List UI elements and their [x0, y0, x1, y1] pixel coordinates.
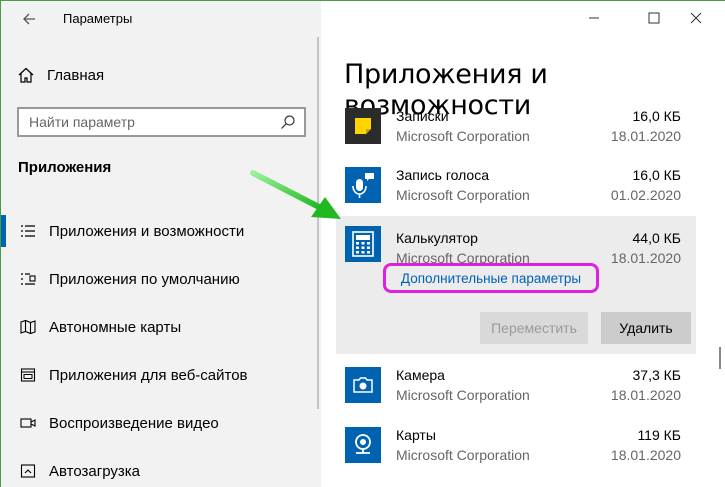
sidebar-item-label: Приложения по умолчанию — [49, 270, 240, 288]
app-size: 44,0 КБ — [632, 230, 681, 246]
app-date: 18.01.2020 — [610, 128, 681, 144]
move-button[interactable]: Переместить — [480, 312, 588, 344]
back-arrow-icon — [23, 13, 35, 25]
sidebar-item-label: Автозагрузка — [49, 462, 140, 480]
settings-window: Параметры Главная Найти параметр Приложе… — [0, 0, 725, 487]
search-icon[interactable] — [280, 114, 296, 130]
sidebar-item-offline-maps[interactable]: Автономные карты — [1, 303, 321, 351]
app-size: 119 КБ — [637, 427, 681, 443]
app-publisher: Microsoft Corporation — [396, 447, 530, 463]
search-placeholder: Найти параметр — [29, 114, 135, 130]
home-label: Главная — [47, 66, 105, 84]
sidebar-item-apps-features[interactable]: Приложения и возможности — [1, 207, 321, 255]
app-size: 16,0 КБ — [632, 108, 681, 124]
sidebar-item-label: Приложения и возможности — [49, 222, 245, 240]
close-icon — [690, 12, 702, 24]
app-name: Камера — [396, 367, 445, 383]
sidebar-item-default-apps[interactable]: Приложения по умолчанию — [1, 255, 321, 303]
app-name: Записки — [396, 108, 449, 124]
sidebar-item-label: Воспроизведение видео — [49, 414, 219, 432]
sidebar-item-startup[interactable]: Автозагрузка — [1, 447, 321, 487]
app-list-item[interactable]: Запись голоса Microsoft Corporation 16,0… — [336, 162, 696, 220]
sidebar-item-video-playback[interactable]: Воспроизведение видео — [1, 399, 321, 447]
main-scrollbar[interactable] — [719, 347, 721, 369]
sidebar-scrollbar[interactable] — [317, 37, 319, 409]
app-list-item[interactable]: Записки Microsoft Corporation 16,0 КБ 18… — [336, 103, 696, 161]
uninstall-button[interactable]: Удалить — [601, 312, 691, 344]
default-apps-icon — [19, 270, 37, 288]
app-date: 01.02.2020 — [610, 187, 681, 203]
window-title: Параметры — [63, 11, 133, 26]
home-nav-item[interactable]: Главная — [17, 63, 104, 87]
sticky-notes-icon — [345, 108, 381, 144]
back-button[interactable] — [17, 7, 41, 31]
camera-icon — [345, 367, 381, 403]
sidebar-item-apps-for-websites[interactable]: Приложения для веб-сайтов — [1, 351, 321, 399]
minimize-icon — [589, 17, 599, 19]
close-button[interactable] — [681, 7, 711, 31]
maximize-icon — [648, 12, 660, 24]
sidebar-item-label: Автономные карты — [49, 318, 182, 336]
section-heading: Приложения — [18, 159, 112, 176]
app-date: 18.01.2020 — [610, 250, 681, 266]
apps-for-websites-icon — [19, 366, 37, 384]
minimize-button[interactable] — [579, 7, 609, 31]
home-icon — [18, 67, 34, 83]
app-name: Карты — [396, 427, 436, 443]
sidebar: Параметры Главная Найти параметр Приложе… — [1, 1, 321, 487]
maps-icon — [345, 427, 381, 463]
app-publisher: Microsoft Corporation — [396, 187, 530, 203]
search-input[interactable]: Найти параметр — [17, 107, 306, 137]
startup-icon — [19, 462, 37, 480]
app-date: 18.01.2020 — [610, 447, 681, 463]
app-date: 18.01.2020 — [610, 387, 681, 403]
sidebar-nav: Приложения и возможности Приложения по у… — [1, 207, 321, 487]
sidebar-item-label: Приложения для веб-сайтов — [49, 366, 248, 384]
app-size: 16,0 КБ — [632, 167, 681, 183]
main-content: Приложения и возможности Записки Microso… — [321, 1, 725, 487]
title-bar: Параметры — [1, 1, 321, 37]
maximize-button[interactable] — [639, 7, 669, 31]
app-size: 37,3 КБ — [632, 367, 681, 383]
advanced-options-label: Дополнительные параметры — [400, 270, 582, 286]
offline-maps-icon — [19, 318, 37, 336]
app-list-item-expanded[interactable]: Калькулятор Microsoft Corporation 44,0 К… — [336, 216, 696, 354]
app-publisher: Microsoft Corporation — [396, 128, 530, 144]
app-publisher: Microsoft Corporation — [396, 387, 530, 403]
app-name: Калькулятор — [396, 230, 478, 246]
calculator-icon — [345, 226, 381, 262]
video-playback-icon — [19, 414, 37, 432]
app-list-item[interactable]: Карты Microsoft Corporation 119 КБ 18.01… — [336, 422, 696, 480]
app-name: Запись голоса — [396, 167, 490, 183]
voice-recorder-icon — [345, 167, 381, 203]
app-list-item[interactable]: Камера Microsoft Corporation 37,3 КБ 18.… — [336, 362, 696, 420]
apps-features-icon — [19, 222, 37, 240]
advanced-options-link[interactable]: Дополнительные параметры — [383, 263, 599, 293]
